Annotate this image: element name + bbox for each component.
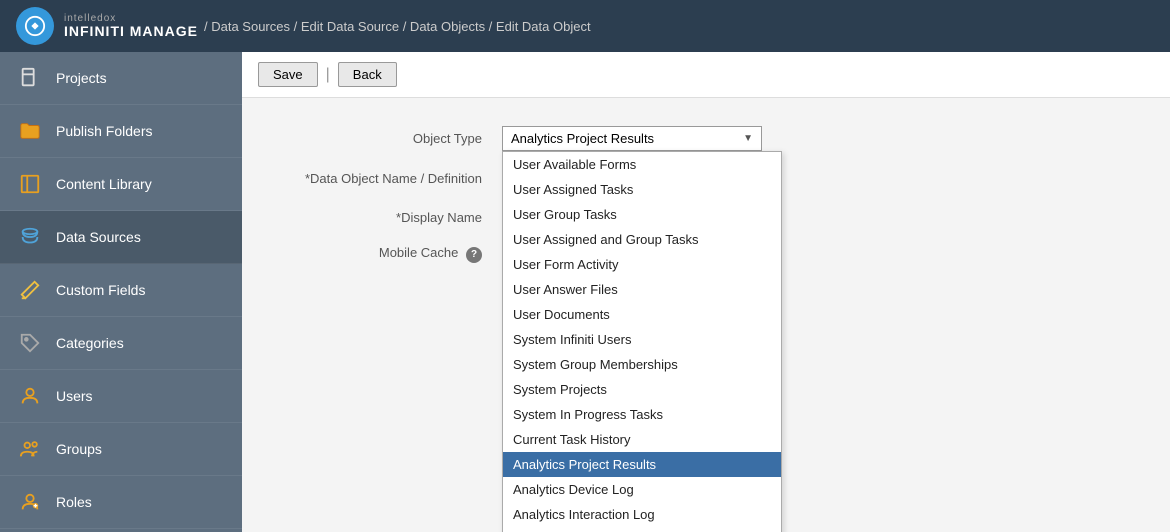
book-icon	[16, 170, 44, 198]
dropdown-item-user-group-tasks[interactable]: User Group Tasks	[503, 202, 781, 227]
back-button[interactable]: Back	[338, 62, 397, 87]
form-table: Object Type Analytics Project Results ▼ …	[272, 118, 772, 271]
sidebar-item-data-sources[interactable]: Data Sources	[0, 211, 242, 264]
sidebar-item-categories[interactable]: Categories	[0, 317, 242, 370]
dropdown-item-analytics-interaction-time-log[interactable]: Analytics Interaction Time Log	[503, 527, 781, 532]
app-header: intelledox INFINITI MANAGE / Data Source…	[0, 0, 1170, 52]
dropdown-item-user-documents[interactable]: User Documents	[503, 302, 781, 327]
sidebar-item-label: Groups	[56, 441, 102, 457]
brand-bottom: INFINITI MANAGE	[64, 24, 198, 39]
form-area: Object Type Analytics Project Results ▼ …	[242, 98, 1170, 291]
document-icon	[16, 64, 44, 92]
sidebar-item-custom-fields[interactable]: Custom Fields	[0, 264, 242, 317]
app-logo	[16, 7, 54, 45]
toolbar-separator: |	[326, 66, 330, 84]
sidebar-item-publish-folders[interactable]: Publish Folders	[0, 105, 242, 158]
object-type-cell: Analytics Project Results ▼ User Availab…	[492, 118, 772, 159]
dropdown-item-user-answer-files[interactable]: User Answer Files	[503, 277, 781, 302]
sidebar-item-content-library[interactable]: Content Library	[0, 158, 242, 211]
pencil-icon	[16, 276, 44, 304]
dropdown-item-analytics-device-log[interactable]: Analytics Device Log	[503, 477, 781, 502]
sidebar-item-label: Custom Fields	[56, 282, 145, 298]
object-type-label: Object Type	[272, 118, 492, 159]
object-type-row: Object Type Analytics Project Results ▼ …	[272, 118, 772, 159]
sidebar-item-users[interactable]: Users	[0, 370, 242, 423]
sidebar: Projects Publish Folders Content Library…	[0, 52, 242, 532]
mobile-cache-label: Mobile Cache ?	[272, 237, 492, 271]
brand-block: intelledox INFINITI MANAGE	[64, 13, 198, 39]
chevron-down-icon: ▼	[743, 133, 753, 144]
toolbar: Save | Back	[242, 52, 1170, 98]
tag-icon	[16, 329, 44, 357]
display-name-label: *Display Name	[272, 198, 492, 237]
sidebar-item-projects[interactable]: Projects	[0, 52, 242, 105]
sidebar-item-label: Publish Folders	[56, 123, 153, 139]
role-icon	[16, 488, 44, 516]
main-content: Save | Back Object Type Analytics Projec…	[242, 52, 1170, 532]
object-type-select[interactable]: Analytics Project Results ▼	[502, 126, 762, 151]
dropdown-item-analytics-interaction-log[interactable]: Analytics Interaction Log	[503, 502, 781, 527]
help-icon[interactable]: ?	[466, 247, 482, 263]
sidebar-item-label: Projects	[56, 70, 107, 86]
dropdown-list: User Available FormsUser Assigned TasksU…	[502, 151, 782, 532]
main-layout: Projects Publish Folders Content Library…	[0, 52, 1170, 532]
group-icon	[16, 435, 44, 463]
sidebar-item-label: Content Library	[56, 176, 152, 192]
breadcrumb: / Data Sources / Edit Data Source / Data…	[204, 19, 591, 34]
database-icon	[16, 223, 44, 251]
sidebar-item-label: Users	[56, 388, 93, 404]
dropdown-item-system-infiniti-users[interactable]: System Infiniti Users	[503, 327, 781, 352]
sidebar-item-label: Categories	[56, 335, 124, 351]
sidebar-item-label: Roles	[56, 494, 92, 510]
dropdown-item-user-form-activity[interactable]: User Form Activity	[503, 252, 781, 277]
dropdown-item-system-projects[interactable]: System Projects	[503, 377, 781, 402]
data-object-name-label: *Data Object Name / Definition	[272, 159, 492, 198]
save-button[interactable]: Save	[258, 62, 318, 87]
dropdown-item-current-task-history[interactable]: Current Task History	[503, 427, 781, 452]
sidebar-item-groups[interactable]: Groups	[0, 423, 242, 476]
dropdown-item-user-assigned-group-tasks[interactable]: User Assigned and Group Tasks	[503, 227, 781, 252]
dropdown-item-user-assigned-tasks[interactable]: User Assigned Tasks	[503, 177, 781, 202]
user-icon	[16, 382, 44, 410]
dropdown-item-system-in-progress-tasks[interactable]: System In Progress Tasks	[503, 402, 781, 427]
folder-icon	[16, 117, 44, 145]
dropdown-item-user-available-forms[interactable]: User Available Forms	[503, 152, 781, 177]
sidebar-item-label: Data Sources	[56, 229, 141, 245]
dropdown-item-analytics-project-results[interactable]: Analytics Project Results	[503, 452, 781, 477]
object-type-select-wrapper: Analytics Project Results ▼ User Availab…	[502, 126, 762, 151]
select-value: Analytics Project Results	[511, 131, 654, 146]
dropdown-item-system-group-memberships[interactable]: System Group Memberships	[503, 352, 781, 377]
sidebar-item-roles[interactable]: Roles	[0, 476, 242, 529]
